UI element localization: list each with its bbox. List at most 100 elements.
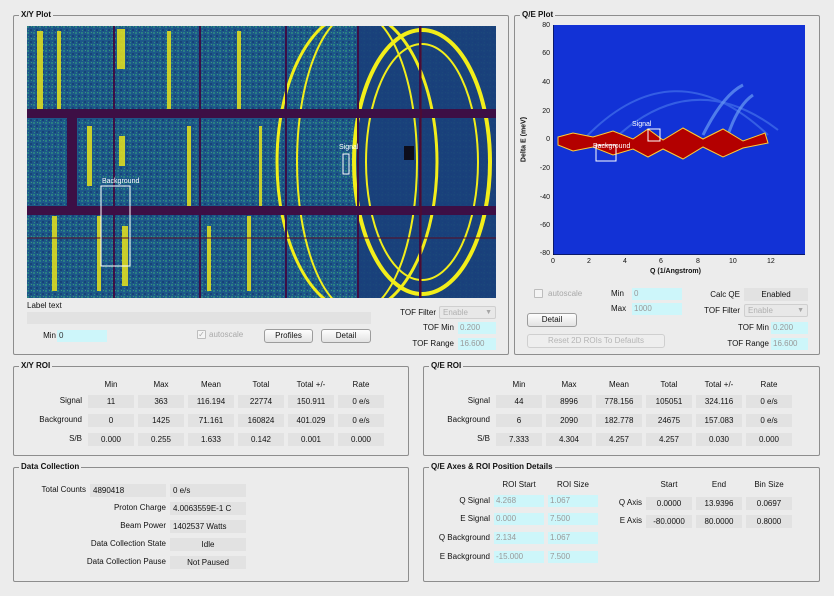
- xy-background-roi-label: Background: [102, 178, 140, 185]
- xy-tof-min-input[interactable]: 0.200: [458, 322, 496, 334]
- qe-autoscale-checkbox[interactable]: [534, 289, 543, 298]
- roi-size-input[interactable]: 1.067: [548, 495, 598, 507]
- qe-y-tick: 0: [546, 136, 550, 143]
- chevron-down-icon: ▼: [797, 307, 804, 314]
- xy-roi-cell: 22774: [238, 395, 284, 408]
- qe-roi-cell: 6: [496, 414, 542, 427]
- total-counts-value: 4890418: [90, 484, 166, 497]
- qe-roi-col-min: Min: [512, 380, 526, 389]
- xy-roi-title: X/Y ROI: [19, 361, 53, 371]
- qe-roi-cell: 24675: [646, 414, 692, 427]
- qe-max-input[interactable]: 1000: [632, 303, 682, 315]
- qe-x-tick: 12: [767, 258, 775, 265]
- chevron-down-icon: ▼: [485, 309, 492, 316]
- xy-autoscale-checkbox[interactable]: ✓: [197, 330, 206, 339]
- roi-start-input[interactable]: -15.000: [494, 551, 544, 563]
- axis-end-header: End: [711, 480, 727, 489]
- roi-start-input[interactable]: 2.134: [494, 532, 544, 544]
- roi-size-input[interactable]: 1.067: [548, 532, 598, 544]
- qe-roi-cell: 4.257: [646, 433, 692, 446]
- xy-roi-row-label: Signal: [59, 396, 82, 405]
- total-counts-label: Total Counts: [41, 485, 86, 494]
- calc-qe-value[interactable]: Enabled: [744, 288, 808, 301]
- beam-power-label: Beam Power: [120, 521, 166, 530]
- q-axis-start: 0.0000: [646, 497, 692, 510]
- xy-roi-col-total-err: Total +/-: [296, 380, 326, 389]
- qe-max-label: Max: [611, 304, 627, 313]
- qe-roi-cell: 324.116: [696, 395, 742, 408]
- qe-roi-col-total: Total: [660, 380, 678, 389]
- qe-min-input[interactable]: 0: [632, 288, 682, 300]
- proton-charge-label: Proton Charge: [113, 503, 166, 512]
- xy-tof-filter-label: TOF Filter: [400, 308, 436, 317]
- xy-min-input[interactable]: 0: [57, 330, 107, 342]
- qe-tof-min-input[interactable]: 0.200: [771, 322, 808, 334]
- e-axis-end: 80.0000: [696, 515, 742, 528]
- roi-size-input[interactable]: 7.500: [548, 551, 598, 563]
- roi-start-input[interactable]: 4.268: [494, 495, 544, 507]
- qe-tof-range-label: TOF Range: [727, 339, 769, 348]
- qe-roi-row-label: Background: [447, 415, 490, 424]
- qe-roi-cell: 0.000: [746, 433, 792, 446]
- qe-y-tick: -40: [539, 194, 550, 201]
- xy-tof-min-label: TOF Min: [423, 323, 454, 332]
- xy-detector-image[interactable]: Background Signal: [27, 10, 496, 314]
- qe-roi-cell: 778.156: [596, 395, 642, 408]
- qe-roi-row-label: Signal: [467, 396, 490, 405]
- xy-detail-button[interactable]: Detail: [321, 329, 371, 343]
- qe-roi-cell: 182.778: [596, 414, 642, 427]
- label-text-area: [27, 312, 371, 324]
- qe-x-tick: 4: [623, 258, 627, 265]
- proton-charge-value: 4.0063559E-1 C: [170, 502, 246, 515]
- xy-roi-cell: 11: [88, 395, 134, 408]
- qe-roi-cell: 4.304: [546, 433, 592, 446]
- qe-roi-cell: 2090: [546, 414, 592, 427]
- qe-plot-area[interactable]: Signal Background: [552, 25, 805, 256]
- axis-bin-header: Bin Size: [754, 480, 784, 489]
- xy-tof-range-input[interactable]: 16.600: [458, 338, 496, 350]
- xy-roi-col-total: Total: [252, 380, 270, 389]
- xy-roi-col-max: Max: [153, 380, 169, 389]
- qe-roi-col-mean: Mean: [608, 380, 629, 389]
- total-counts-rate: 0 e/s: [170, 484, 246, 497]
- xy-roi-cell: 1425: [138, 414, 184, 427]
- xy-roi-cell: 1.633: [188, 433, 234, 446]
- xy-roi-cell: 363: [138, 395, 184, 408]
- qe-background-roi-label: Background: [593, 143, 631, 150]
- reset-rois-button[interactable]: Reset 2D ROIs To Defaults: [527, 334, 665, 348]
- data-collection-group: Data Collection Total Counts 4890418 0 e…: [13, 462, 409, 582]
- collection-state-value: Idle: [170, 538, 246, 551]
- xy-roi-cell: 71.161: [188, 414, 234, 427]
- qe-roi-col-rate: Rate: [760, 380, 778, 389]
- q-axis-end: 13.9396: [696, 497, 742, 510]
- roi-start-input[interactable]: 0.000: [494, 513, 544, 525]
- qe-axes-group: Q/E Axes & ROI Position Details ROI Star…: [423, 462, 820, 582]
- xy-roi-cell: 0 e/s: [338, 395, 384, 408]
- qe-x-tick: 2: [587, 258, 591, 265]
- calc-qe-label: Calc QE: [710, 290, 740, 299]
- qe-roi-cell: 4.257: [596, 433, 642, 446]
- xy-roi-row-label: S/B: [69, 434, 82, 443]
- qe-roi-cell: 105051: [646, 395, 692, 408]
- qe-detail-button[interactable]: Detail: [527, 313, 577, 327]
- xy-roi-cell: 160824: [238, 414, 284, 427]
- xy-roi-cell: 150.911: [288, 395, 334, 408]
- qe-roi-cell: 8996: [546, 395, 592, 408]
- xy-roi-cell: 0.255: [138, 433, 184, 446]
- qe-roi-cell: 0.030: [696, 433, 742, 446]
- roi-row-label: E Background: [439, 552, 490, 561]
- qe-roi-cell: 0 e/s: [746, 414, 792, 427]
- qe-roi-row-label: S/B: [477, 434, 490, 443]
- qe-tof-filter-select[interactable]: Enable ▼: [744, 304, 808, 317]
- qe-tof-range-input[interactable]: 16.600: [771, 338, 808, 350]
- q-axis-bin: 0.0697: [746, 497, 792, 510]
- roi-size-input[interactable]: 7.500: [548, 513, 598, 525]
- xy-roi-cell: 0 e/s: [338, 414, 384, 427]
- e-axis-label: E Axis: [619, 516, 642, 525]
- xy-tof-filter-select[interactable]: Enable ▼: [439, 306, 496, 319]
- roi-row-label: Q Background: [438, 533, 490, 542]
- qe-y-tick: 20: [542, 108, 550, 115]
- profiles-button[interactable]: Profiles: [264, 329, 313, 343]
- qe-x-tick: 6: [659, 258, 663, 265]
- qe-y-tick: 40: [542, 79, 550, 86]
